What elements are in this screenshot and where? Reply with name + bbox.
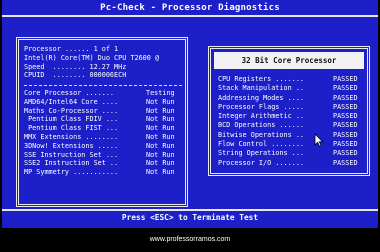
window-title: Pc-Check - Processor Diagnostics <box>100 3 280 13</box>
test-label: Pentium Class FIST ... <box>24 124 119 133</box>
core32-panel: 32 Bit Core Processor CPU Registers ....… <box>208 46 370 176</box>
core32-status: PASSED <box>333 140 358 149</box>
test-header-row: Core Processor ....... Testing <box>24 89 182 98</box>
test-row: MP Symmetry ........... Not Run <box>24 168 182 177</box>
processor-cpuid-text: CPUID ........ 000006ECH <box>24 71 127 80</box>
test-status: Not Run <box>146 159 175 168</box>
core32-label: Processor I/O ....... <box>218 158 304 167</box>
test-status: Not Run <box>146 141 175 150</box>
core32-label: Stack Manipulation .. <box>218 84 304 93</box>
test-header-label: Core Processor ....... <box>24 89 115 97</box>
core32-row: Processor Flags ..... PASSED <box>218 103 364 112</box>
core32-status: PASSED <box>333 84 358 93</box>
core32-row: BCD Operations ...... PASSED <box>218 121 364 130</box>
test-status: Not Run <box>146 106 175 115</box>
processor-model-line: Intel(R) Core(TM) Duo CPU T2600 @ <box>24 54 182 63</box>
test-label: Pentium Class FDIV ... <box>24 115 119 124</box>
test-label: MP Symmetry ........... <box>24 168 119 177</box>
core32-label: Integer Arithmetic .. <box>218 112 304 121</box>
test-status: Not Run <box>146 132 175 141</box>
test-label: SSE Instruction Set ... <box>24 150 119 159</box>
core32-status: PASSED <box>333 102 358 111</box>
watermark-text: www.professorramos.com <box>149 236 231 243</box>
core32-label: BCD Operations ...... <box>218 121 304 130</box>
core32-row: Integer Arithmetic .. PASSED <box>218 112 364 121</box>
test-row: Pentium Class FIST ... Not Run <box>24 124 182 133</box>
test-row: MMX Extensions ........ Not Run <box>24 133 182 142</box>
core32-label: Addressing Modes .... <box>218 93 304 102</box>
test-label: MMX Extensions ........ <box>24 132 119 141</box>
footer-divider <box>2 209 378 211</box>
test-list: Core Processor ....... Testing AMD64/Int… <box>24 89 182 177</box>
processor-info: Processor ...... 1 of 1 Intel(R) Core(TM… <box>24 45 182 80</box>
test-status: Not Run <box>146 124 175 133</box>
core32-row: Stack Manipulation .. PASSED <box>218 84 364 93</box>
core32-label: Processor Flags ..... <box>218 102 304 111</box>
processor-speed-line: Speed ........ 12.27 MHz <box>24 63 182 72</box>
processor-speed-text: Speed ........ 12.27 MHz <box>24 62 127 71</box>
core32-status: PASSED <box>333 93 358 102</box>
test-status: Not Run <box>146 168 175 177</box>
test-row: SSE2 Instruction Set .. Not Run <box>24 159 182 168</box>
core32-row: Bitwise Operations .. PASSED <box>218 131 364 140</box>
processor-count-line: Processor ...... 1 of 1 <box>24 45 182 54</box>
core32-row: CPU Registers ....... PASSED <box>218 75 364 84</box>
core32-row: String Operations ... PASSED <box>218 149 364 158</box>
core32-row: Addressing Modes .... PASSED <box>218 94 364 103</box>
test-row: Pentium Class FDIV ... Not Run <box>24 115 182 124</box>
test-row: Maths Co-Processor .... Not Run <box>24 107 182 116</box>
test-header-status: Testing <box>146 89 175 97</box>
test-status: Not Run <box>146 115 175 124</box>
title-divider <box>2 15 378 17</box>
processor-panel: Processor ...... 1 of 1 Intel(R) Core(TM… <box>16 37 188 207</box>
processor-cpuid-line: CPUID ........ 000006ECH <box>24 71 182 80</box>
core32-status: PASSED <box>333 158 358 167</box>
test-row: SSE Instruction Set ... Not Run <box>24 151 182 160</box>
core32-label: CPU Registers ....... <box>218 75 304 83</box>
core32-label: String Operations ... <box>218 149 304 158</box>
core32-status: PASSED <box>333 130 358 139</box>
core32-list: CPU Registers ....... PASSED Stack Manipu… <box>218 75 364 168</box>
test-label: 3DNow! Extensions ..... <box>24 141 119 150</box>
info-separator <box>24 85 182 86</box>
processor-model-text: Intel(R) Core(TM) Duo CPU T2600 @ <box>24 53 160 62</box>
terminate-hint[interactable]: Press <ESC> to Terminate Test <box>2 213 378 222</box>
test-row: 3DNow! Extensions ..... Not Run <box>24 142 182 151</box>
core32-status: PASSED <box>333 149 358 158</box>
test-row: AMD64/Intel64 Core .... Not Run <box>24 98 182 107</box>
core32-title: 32 Bit Core Processor <box>214 52 364 69</box>
test-status: Not Run <box>146 150 175 159</box>
test-status: Not Run <box>146 97 175 106</box>
core32-row: Processor I/O ....... PASSED <box>218 159 364 168</box>
mouse-pointer-icon <box>314 133 324 147</box>
core32-status: PASSED <box>333 75 358 83</box>
test-label: SSE2 Instruction Set .. <box>24 159 119 168</box>
test-label: AMD64/Intel64 Core .... <box>24 97 119 106</box>
test-label: Maths Co-Processor .... <box>24 106 119 115</box>
core32-row: Flow Control ........ PASSED <box>218 140 364 149</box>
processor-count-text: Processor ...... 1 of 1 <box>24 45 119 53</box>
core32-status: PASSED <box>333 121 358 130</box>
dos-screen: Pc-Check - Processor Diagnostics Process… <box>2 0 378 228</box>
core32-status: PASSED <box>333 112 358 121</box>
